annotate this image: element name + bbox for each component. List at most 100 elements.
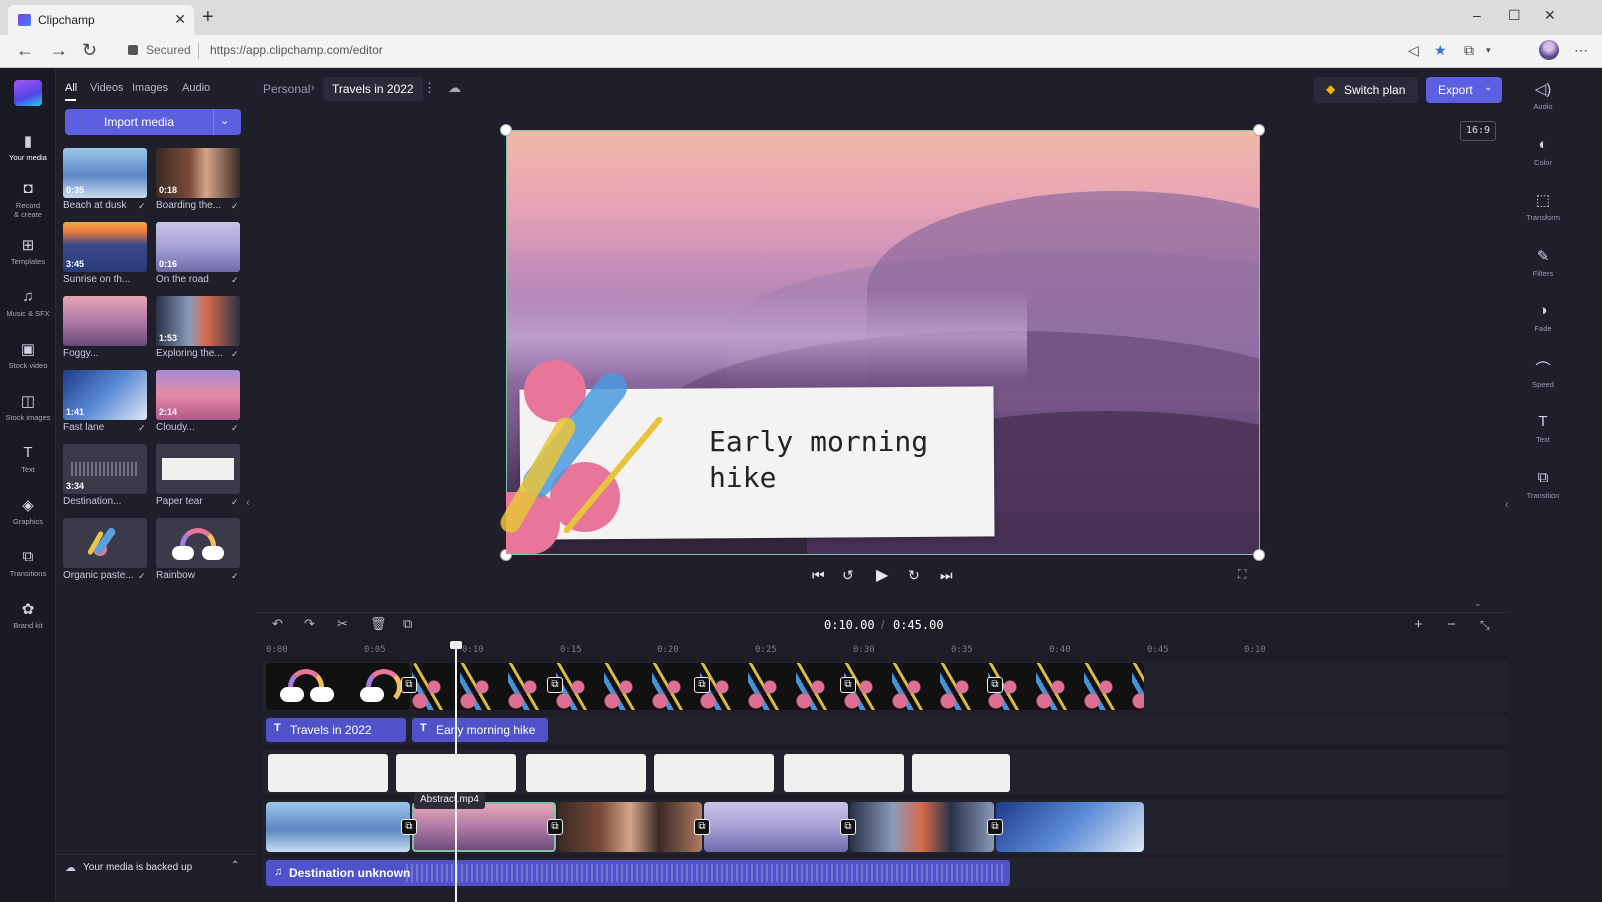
skip-back-icon[interactable]: ⏮ — [812, 567, 825, 584]
forward-icon[interactable]: → — [50, 40, 68, 61]
media-thumb-road[interactable]: 0:16 — [156, 222, 240, 272]
paper-tear-clip[interactable] — [268, 754, 388, 792]
import-media-button[interactable]: Import media ⌄ — [65, 109, 241, 135]
property-transform[interactable]: ⬚ Transform — [1522, 191, 1564, 222]
favorite-star-icon[interactable]: ★ — [1434, 42, 1447, 59]
aspect-ratio-button[interactable]: 16:9 — [1460, 121, 1496, 141]
paper-tear-clip[interactable] — [526, 754, 646, 792]
backup-status[interactable]: ☁ Your media is backed up ⌃ — [56, 854, 254, 882]
text-clip-travels[interactable]: T Travels in 2022 — [266, 718, 406, 742]
media-thumb-paper-tear[interactable] — [156, 444, 240, 494]
rail-transitions[interactable]: ⧉ Transitions — [0, 548, 56, 578]
rail-stock-video[interactable]: ▣ Stock video — [0, 340, 56, 370]
transition-icon[interactable]: ⧉ — [401, 819, 417, 835]
rail-brand-kit[interactable]: ✿ Brand kit — [0, 600, 56, 630]
transition-icon[interactable]: ⧉ — [401, 677, 417, 693]
switch-plan-button[interactable]: ◆ Switch plan — [1314, 77, 1418, 103]
undo-icon[interactable]: ↶ — [272, 616, 283, 632]
timeline-collapse-icon[interactable]: ⌄ — [1474, 598, 1482, 609]
property-filters[interactable]: ✎ Filters — [1522, 247, 1564, 278]
media-thumb-exploring[interactable]: 1:53 — [156, 296, 240, 346]
transition-icon[interactable]: ⧉ — [987, 819, 1003, 835]
rail-stock-images[interactable]: ◫ Stock images — [0, 392, 56, 422]
transition-icon[interactable]: ⧉ — [547, 677, 563, 693]
video-clip-boarding[interactable] — [558, 802, 702, 852]
close-window-button[interactable]: ✕ — [1544, 7, 1556, 24]
media-thumb-organic-pastel[interactable] — [63, 518, 147, 568]
collapse-properties-icon[interactable]: ‹ — [1505, 499, 1509, 511]
tab-images[interactable]: Images — [132, 82, 168, 94]
forward-5-icon[interactable]: ↻ — [908, 567, 920, 584]
property-audio[interactable]: ◁) Audio — [1522, 80, 1564, 111]
skip-forward-icon[interactable]: ⏭ — [940, 567, 953, 584]
redo-icon[interactable]: ↷ — [304, 616, 315, 632]
audio-clip-destination[interactable]: ♫ Destination unknown — [266, 860, 1010, 886]
resize-handle[interactable] — [1253, 124, 1265, 136]
project-title[interactable]: Travels in 2022 — [323, 77, 423, 101]
video-clip-exploring[interactable] — [850, 802, 994, 852]
property-transition[interactable]: ⧉ Transition — [1522, 469, 1564, 500]
read-aloud-icon[interactable]: ◁ — [1408, 42, 1419, 59]
rail-music-sfx[interactable]: ♫ Music & SFX — [0, 288, 56, 318]
tab-all[interactable]: All — [65, 82, 77, 94]
property-fade[interactable]: ◑ Fade — [1522, 302, 1564, 333]
caption-text[interactable]: Early morning hike — [709, 424, 989, 496]
media-thumb-beach[interactable]: 0:35 — [63, 148, 147, 198]
video-clip-beach[interactable] — [266, 802, 410, 852]
video-clip-road[interactable] — [704, 802, 848, 852]
url-field[interactable]: https://app.clipchamp.com/editor — [210, 43, 383, 57]
export-button[interactable]: Export ⌄ — [1426, 77, 1502, 103]
new-tab-button[interactable]: + — [202, 6, 214, 29]
reload-icon[interactable]: ↻ — [82, 40, 97, 61]
tab-audio[interactable]: Audio — [182, 82, 210, 94]
split-scissors-icon[interactable]: ✂ — [337, 616, 348, 632]
playhead-line[interactable] — [455, 647, 457, 902]
media-thumb-foggy[interactable] — [63, 296, 147, 346]
video-clip-fast-lane[interactable] — [996, 802, 1144, 852]
property-text[interactable]: T Text — [1522, 413, 1564, 444]
duplicate-icon[interactable]: ⧉ — [403, 616, 412, 632]
rail-text[interactable]: T Text — [0, 444, 56, 474]
rewind-5-icon[interactable]: ↺ — [842, 567, 854, 584]
chevron-down-icon[interactable]: ⌄ — [220, 114, 229, 127]
media-thumb-sunrise[interactable]: 3:45 — [63, 222, 147, 272]
tab-videos[interactable]: Videos — [90, 82, 123, 94]
more-menu-icon[interactable]: ⋯ — [1574, 42, 1588, 59]
minimize-button[interactable]: – — [1473, 7, 1481, 23]
resize-handle[interactable] — [1253, 549, 1265, 561]
resize-handle[interactable] — [500, 124, 512, 136]
breadcrumb-personal[interactable]: Personal — [263, 82, 310, 96]
media-thumb-fast-lane[interactable]: 1:41 — [63, 370, 147, 420]
delete-icon[interactable]: 🗑 — [370, 616, 387, 632]
back-icon[interactable]: ← — [16, 40, 34, 61]
fullscreen-icon[interactable]: ⛶ — [1238, 567, 1246, 582]
organic-pastel-clip[interactable] — [412, 663, 1144, 710]
rail-templates[interactable]: ⊞ Templates — [0, 236, 56, 266]
media-thumb-boarding[interactable]: 0:18 — [156, 148, 240, 198]
video-clip-foggy[interactable] — [412, 802, 556, 852]
maximize-button[interactable]: ☐ — [1508, 7, 1521, 24]
paper-tear-clip[interactable] — [654, 754, 774, 792]
profile-avatar[interactable] — [1539, 40, 1559, 60]
rainbow-clip[interactable] — [266, 663, 410, 710]
property-color[interactable]: ◐ Color — [1522, 136, 1564, 167]
collections-icon[interactable]: ⧉ — [1464, 42, 1474, 59]
browser-tab[interactable]: Clipchamp ✕ — [8, 5, 194, 35]
chevron-up-icon[interactable]: ⌃ — [231, 860, 239, 871]
media-thumb-cloudy[interactable]: 2:14 — [156, 370, 240, 420]
transition-icon[interactable]: ⧉ — [840, 677, 856, 693]
zoom-out-icon[interactable]: − — [1447, 616, 1456, 633]
paper-tear-clip[interactable] — [912, 754, 1010, 792]
media-thumb-destination-audio[interactable]: 3:34 — [63, 444, 147, 494]
paper-tear-clip[interactable] — [784, 754, 904, 792]
transition-icon[interactable]: ⧉ — [840, 819, 856, 835]
transition-icon[interactable]: ⧉ — [694, 677, 710, 693]
collapse-media-panel-icon[interactable]: ‹ — [246, 497, 250, 509]
zoom-in-icon[interactable]: + — [1414, 616, 1423, 633]
play-icon[interactable]: ▶ — [876, 565, 888, 585]
clipchamp-logo[interactable] — [14, 80, 42, 106]
rail-graphics[interactable]: ◈ Graphics — [0, 496, 56, 526]
fit-timeline-icon[interactable]: ⤡ — [1480, 618, 1490, 633]
transition-icon[interactable]: ⧉ — [987, 677, 1003, 693]
rail-record-create[interactable]: ◘ Record & create — [0, 180, 56, 219]
